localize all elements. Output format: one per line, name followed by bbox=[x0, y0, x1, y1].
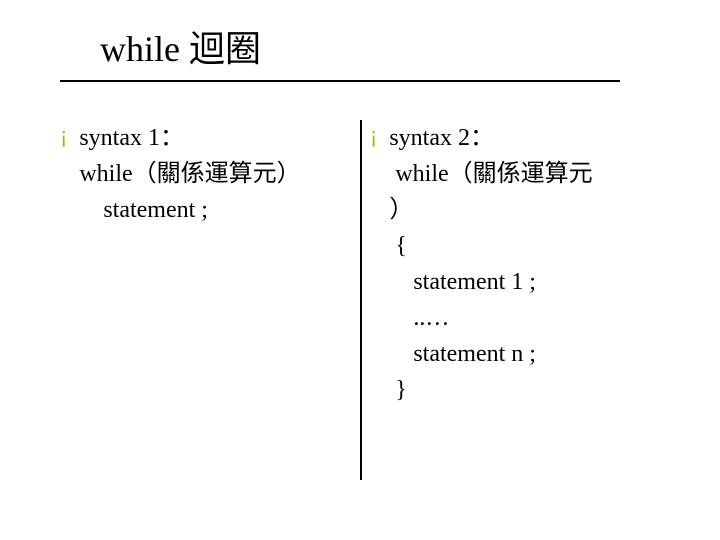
title-area: while 迴圈 bbox=[100, 30, 261, 70]
right-line-2: while（關係運算元 bbox=[389, 156, 592, 192]
title-underline bbox=[60, 80, 620, 82]
right-line-1: syntax 2： bbox=[389, 120, 592, 156]
column-right: ¡ syntax 2： while（關係運算元 ） { statement 1 … bbox=[370, 120, 670, 408]
left-line-2: while（關係運算元） bbox=[79, 156, 300, 192]
column-left: ¡ syntax 1： while（關係運算元） statement ; bbox=[60, 120, 350, 228]
right-line-7: statement n ; bbox=[389, 336, 592, 372]
slide: while 迴圈 ¡ syntax 1： while（關係運算元） statem… bbox=[0, 0, 720, 540]
left-line-1: syntax 1： bbox=[79, 120, 300, 156]
bullet-icon: ¡ bbox=[370, 120, 377, 152]
bullet-item-right: ¡ syntax 2： while（關係運算元 ） { statement 1 … bbox=[370, 120, 670, 408]
right-line-4: { bbox=[389, 228, 592, 264]
slide-title: while 迴圈 bbox=[100, 30, 261, 70]
right-line-5: statement 1 ; bbox=[389, 264, 592, 300]
right-line-3: ） bbox=[389, 192, 592, 228]
left-line-3: statement ; bbox=[79, 192, 300, 228]
right-line-6: ..… bbox=[389, 300, 592, 336]
bullet-icon: ¡ bbox=[60, 120, 67, 152]
right-text-block: syntax 2： while（關係運算元 ） { statement 1 ; … bbox=[389, 120, 592, 408]
right-line-8: } bbox=[389, 372, 592, 408]
content-area: ¡ syntax 1： while（關係運算元） statement ; ¡ s… bbox=[60, 120, 660, 500]
bullet-item-left: ¡ syntax 1： while（關係運算元） statement ; bbox=[60, 120, 350, 228]
left-text-block: syntax 1： while（關係運算元） statement ; bbox=[79, 120, 300, 228]
column-divider bbox=[360, 120, 362, 480]
